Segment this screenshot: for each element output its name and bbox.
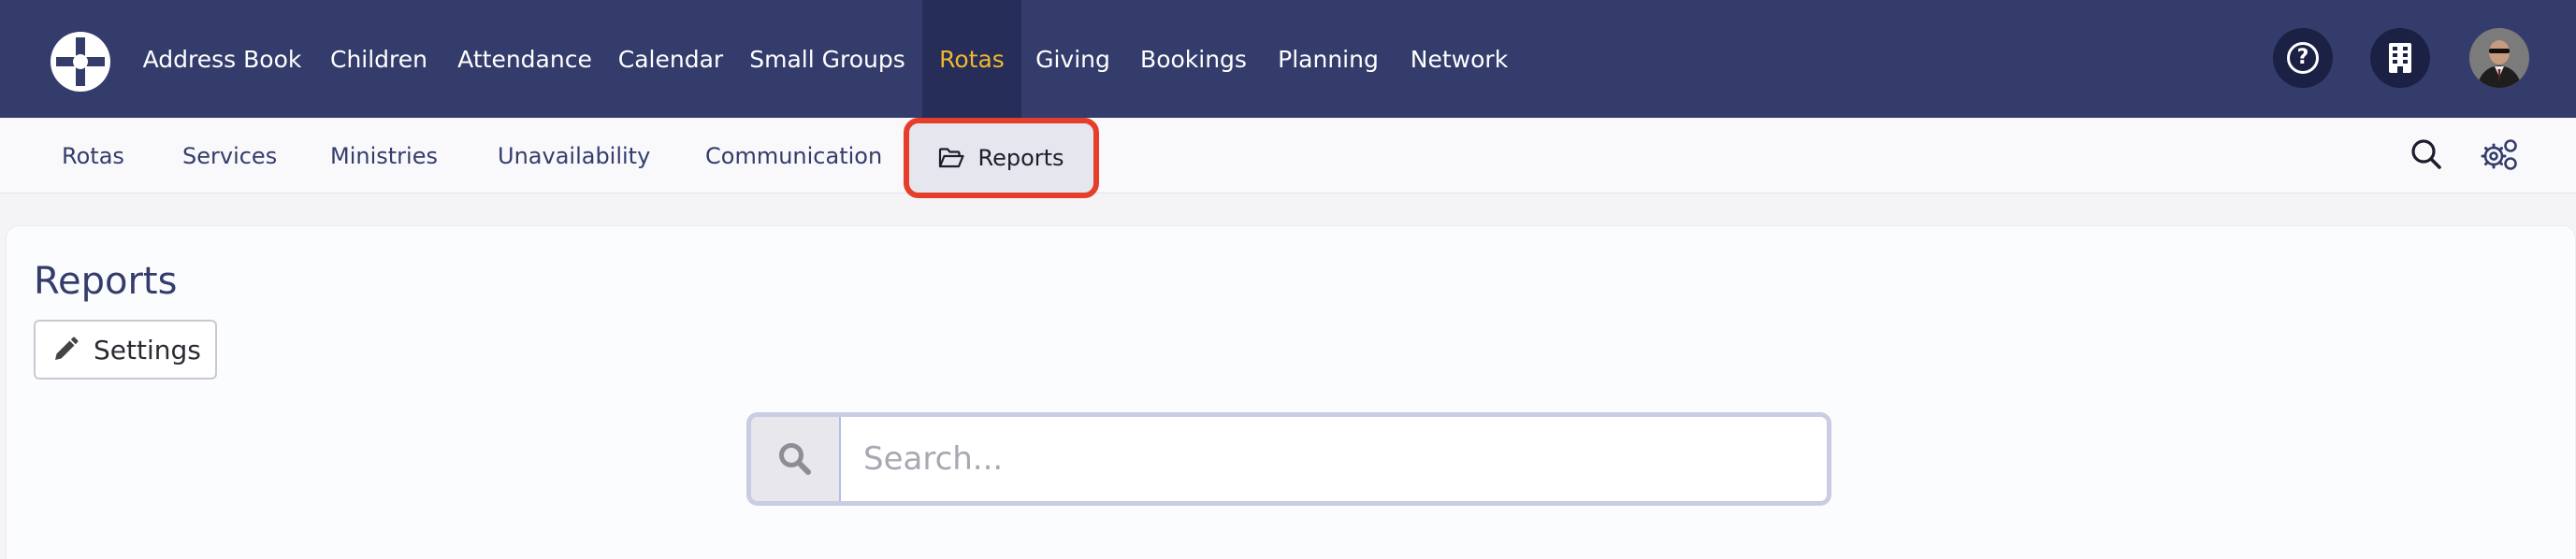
nav-giving[interactable]: Giving — [1031, 0, 1115, 118]
content-card — [6, 225, 2576, 559]
help-icon: ? — [2287, 42, 2319, 74]
pencil-icon — [55, 337, 79, 360]
building-icon — [2389, 43, 2411, 73]
settings-button[interactable]: Settings — [34, 320, 217, 380]
subnav-ministries[interactable]: Ministries — [330, 118, 438, 194]
top-navigation-bar: Address Book Children Attendance Calenda… — [0, 0, 2576, 118]
nav-bookings[interactable]: Bookings — [1134, 0, 1253, 118]
search-icon — [779, 443, 811, 475]
search-icon — [2411, 139, 2441, 169]
search-input[interactable] — [841, 417, 1827, 501]
folder-open-icon — [939, 148, 965, 168]
subnav-reports[interactable]: Reports — [904, 118, 1099, 198]
subnav-unavailability[interactable]: Unavailability — [498, 118, 650, 194]
nav-planning[interactable]: Planning — [1272, 0, 1384, 118]
nav-children[interactable]: Children — [323, 0, 435, 118]
page-title: Reports — [34, 260, 178, 303]
nav-attendance[interactable]: Attendance — [454, 0, 596, 118]
settings-button-label: Settings — [94, 334, 201, 366]
search-addon — [751, 417, 841, 501]
user-avatar[interactable] — [2469, 28, 2529, 88]
subnav-rotas[interactable]: Rotas — [62, 118, 124, 194]
avatar-image — [2469, 28, 2529, 88]
settings-cogs-button[interactable] — [2480, 134, 2521, 175]
report-search-box — [746, 412, 1831, 506]
nav-address-book[interactable]: Address Book — [140, 0, 304, 118]
nav-rotas[interactable]: Rotas — [922, 0, 1021, 118]
global-search-button[interactable] — [2406, 134, 2447, 175]
subnav-services[interactable]: Services — [182, 118, 277, 194]
subnav-reports-label: Reports — [977, 145, 1064, 171]
help-button[interactable]: ? — [2273, 28, 2333, 88]
nav-calendar[interactable]: Calendar — [615, 0, 727, 118]
organisation-button[interactable] — [2370, 28, 2430, 88]
nav-network[interactable]: Network — [1403, 0, 1515, 118]
app-logo-icon[interactable] — [48, 29, 113, 94]
nav-small-groups[interactable]: Small Groups — [745, 0, 909, 118]
sub-navigation-bar: Rotas Services Ministries Unavailability… — [0, 118, 2576, 194]
cogs-icon — [2481, 139, 2517, 170]
subnav-communication[interactable]: Communication — [705, 118, 882, 194]
